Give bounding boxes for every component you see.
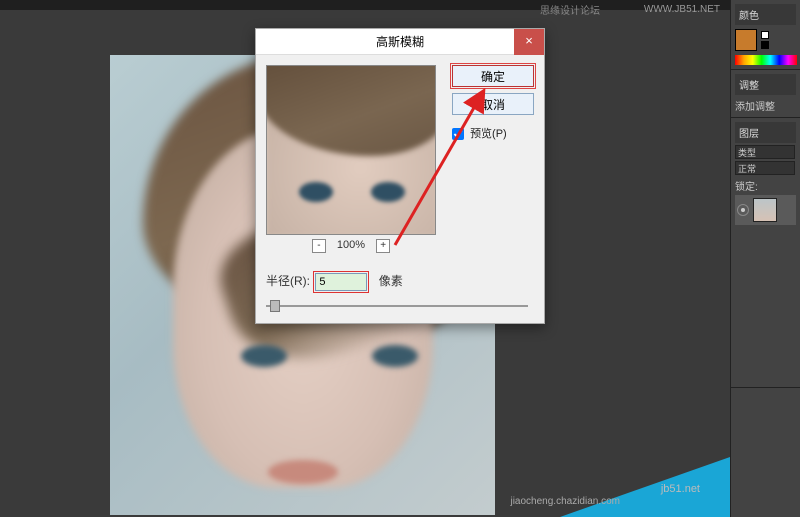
foreground-color-swatch[interactable] — [735, 29, 757, 51]
image-content — [241, 345, 287, 367]
zoom-percent: 100% — [337, 239, 365, 251]
radius-slider[interactable] — [266, 299, 528, 313]
layer-thumbnail[interactable] — [753, 198, 777, 222]
zoom-in-button[interactable]: + — [376, 239, 390, 253]
blend-mode-select[interactable]: 正常 — [735, 161, 795, 175]
dialog-title: 高斯模糊 — [376, 35, 424, 49]
slider-track — [266, 305, 528, 307]
close-button[interactable]: × — [514, 29, 544, 55]
radius-input[interactable] — [315, 273, 367, 291]
brand-watermark: 思缘设计论坛 — [540, 2, 600, 17]
preview-image — [299, 182, 333, 202]
adjustments-panel-tab[interactable]: 调整 — [735, 74, 796, 95]
color-spectrum[interactable] — [735, 55, 797, 65]
layer-filter-type[interactable]: 类型 — [735, 145, 795, 159]
radius-unit: 像素 — [379, 274, 403, 288]
add-adjustment-label: 添加调整 — [735, 98, 775, 113]
preview-checkbox-label: 预览(P) — [470, 128, 507, 140]
lock-label: 锁定: — [735, 178, 758, 193]
color-panel: 颜色 — [731, 0, 800, 70]
tutorial-site-watermark: jiaocheng.chazidian.com — [510, 496, 620, 507]
site-watermark-bottom: jb51.net — [661, 483, 700, 495]
preview-area[interactable] — [266, 65, 436, 235]
visibility-eye-icon[interactable] — [737, 204, 749, 216]
ok-button[interactable]: 确定 — [452, 65, 534, 87]
preview-checkbox[interactable] — [452, 128, 464, 140]
image-content — [372, 345, 418, 367]
layers-panel: 图层 类型 正常 锁定: — [731, 118, 800, 388]
options-bar — [0, 0, 730, 10]
zoom-out-button[interactable]: - — [312, 239, 326, 253]
decorative-triangle — [560, 457, 730, 517]
radius-label: 半径(R): — [266, 274, 310, 288]
slider-thumb[interactable] — [270, 300, 280, 312]
gaussian-blur-dialog: 高斯模糊 × - 100% + 确定 取消 预览(P) 半径(R): — [255, 28, 545, 324]
color-panel-tab[interactable]: 颜色 — [735, 4, 796, 25]
swatch-white[interactable] — [761, 31, 769, 39]
image-content — [268, 460, 338, 484]
adjustments-panel: 调整 添加调整 — [731, 70, 800, 118]
layer-row[interactable] — [735, 195, 796, 225]
dialog-title-bar[interactable]: 高斯模糊 × — [256, 29, 544, 55]
swatch-black[interactable] — [761, 41, 769, 49]
radius-highlight — [313, 271, 369, 293]
cancel-button[interactable]: 取消 — [452, 93, 534, 115]
preview-image — [371, 182, 405, 202]
site-watermark: WWW.JB51.NET — [644, 4, 720, 15]
layers-panel-tab[interactable]: 图层 — [735, 122, 796, 143]
panels-dock: 颜色 调整 添加调整 图层 类型 正常 锁定: — [730, 0, 800, 517]
